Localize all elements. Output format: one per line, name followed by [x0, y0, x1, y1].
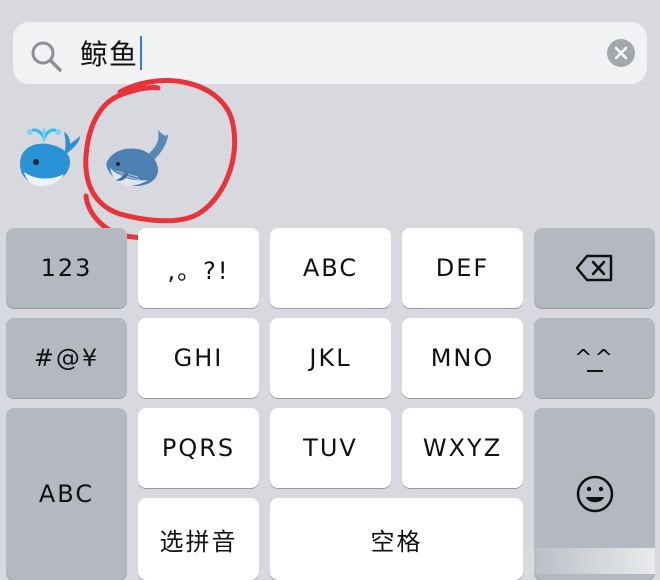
search-icon: [31, 41, 62, 72]
text-cursor: [140, 36, 142, 70]
smiley-icon: [576, 475, 613, 513]
key-123[interactable]: 123: [6, 228, 127, 308]
close-icon: [614, 46, 628, 60]
key-pqrs[interactable]: PQRS: [138, 408, 259, 488]
key-abc-letters[interactable]: ABC: [270, 228, 391, 308]
key-wxyz[interactable]: WXYZ: [402, 408, 523, 488]
key-ghi[interactable]: GHI: [138, 318, 259, 398]
whale-emoji-button[interactable]: [104, 124, 174, 188]
key-symbols[interactable]: #@¥: [6, 318, 127, 398]
key-select-pinyin[interactable]: 选拼音: [138, 498, 259, 580]
search-input[interactable]: 鲸鱼: [80, 33, 138, 73]
key-jkl[interactable]: JKL: [270, 318, 391, 398]
kaomoji-underline: [586, 370, 603, 372]
key-abc[interactable]: ABC: [6, 408, 127, 580]
clear-search-button[interactable]: [607, 39, 635, 67]
key-tuv[interactable]: TUV: [270, 408, 391, 488]
key-kaomoji[interactable]: ^^: [534, 318, 655, 398]
key-mno[interactable]: MNO: [402, 318, 523, 398]
delete-button[interactable]: [534, 228, 655, 308]
space-bar[interactable]: 空格: [270, 498, 523, 580]
backspace-icon: [575, 254, 612, 282]
spouting-whale-emoji-button[interactable]: [14, 118, 84, 190]
key-def[interactable]: DEF: [402, 228, 523, 308]
key-punctuation[interactable]: ,。?!: [138, 228, 259, 308]
watermark-overlay: [515, 548, 655, 574]
kaomoji-label: ^^: [574, 346, 615, 371]
